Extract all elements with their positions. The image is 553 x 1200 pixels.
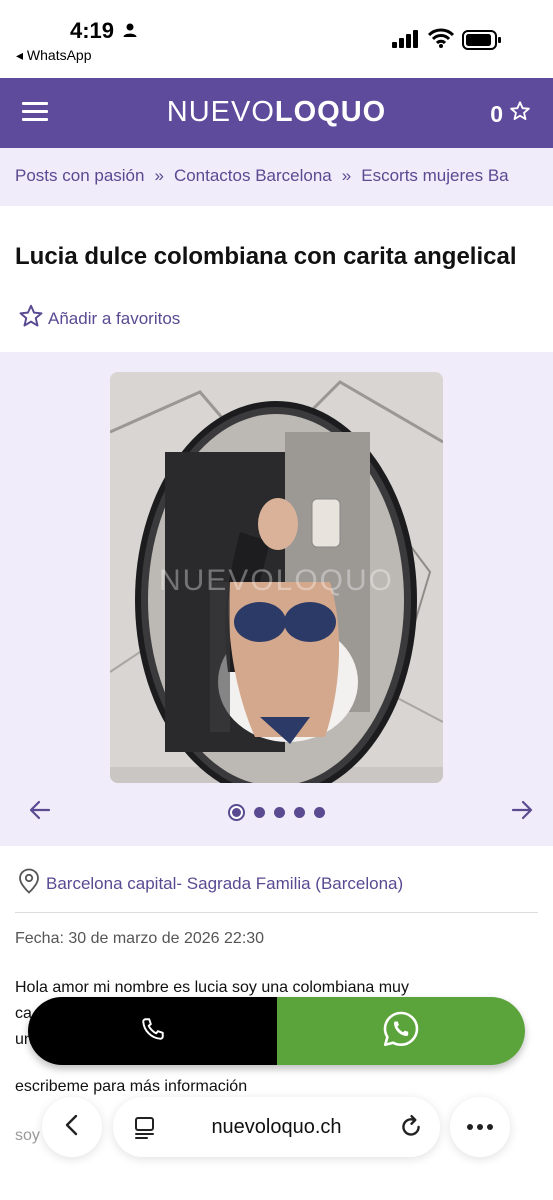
- description-faded: soy: [15, 1127, 40, 1144]
- breadcrumb-separator: »: [154, 166, 164, 185]
- description-more: escribeme para más información: [15, 1078, 248, 1095]
- more-dots-icon: [466, 1118, 494, 1136]
- breadcrumb: Posts con pasión » Contactos Barcelona » Esc…: [0, 148, 553, 206]
- call-button[interactable]: [28, 997, 277, 1065]
- breadcrumb-item-posts[interactable]: Posts con pasión: [15, 166, 144, 185]
- listing-photo[interactable]: NUEVOLOQUO: [110, 372, 443, 783]
- whatsapp-button[interactable]: [277, 997, 525, 1065]
- browser-url-bar[interactable]: nuevoloquo.ch: [113, 1097, 440, 1157]
- gallery-dot-1[interactable]: [228, 804, 245, 821]
- signal-icon: [392, 30, 420, 53]
- location-text: Barcelona capital- Sagrada Familia (Barc…: [46, 873, 404, 893]
- map-pin-icon: [18, 868, 40, 899]
- previous-photo-arrow-icon[interactable]: [28, 798, 52, 827]
- whatsapp-icon: [381, 1009, 421, 1054]
- star-icon: [509, 100, 531, 128]
- location-link[interactable]: Barcelona capital- Sagrada Familia (Barc…: [18, 868, 403, 899]
- browser-back-button[interactable]: [42, 1097, 102, 1157]
- battery-icon: [462, 30, 502, 55]
- browser-more-button[interactable]: [450, 1097, 510, 1157]
- person-icon: [122, 22, 138, 43]
- add-to-favorites-button[interactable]: Añadir a favoritos: [18, 303, 180, 334]
- gallery-dot-3[interactable]: [274, 807, 285, 818]
- back-to-app-link[interactable]: ◂ WhatsApp: [16, 47, 92, 64]
- gallery-dot-4[interactable]: [294, 807, 305, 818]
- star-outline-icon: [18, 303, 44, 334]
- wifi-icon: [427, 28, 455, 53]
- divider: [15, 912, 538, 913]
- logo-part-2: LOQUO: [274, 96, 387, 128]
- photo-watermark: NUEVOLOQUO: [158, 564, 395, 597]
- breadcrumb-separator: »: [341, 166, 352, 185]
- breadcrumb-item-escorts[interactable]: Escorts mujeres Ba: [361, 166, 508, 185]
- browser-url-text: nuevoloquo.ch: [211, 1116, 342, 1138]
- gallery-dot-2[interactable]: [254, 807, 265, 818]
- listing-title: Lucia dulce colombiana con carita angeli…: [15, 243, 517, 270]
- listing-date: Fecha: 30 de marzo de 2026 22:30: [15, 930, 265, 947]
- gallery-dot-5[interactable]: [314, 807, 325, 818]
- chevron-left-icon: [61, 1113, 83, 1142]
- photo-gallery: NUEVOLOQUO: [0, 352, 553, 846]
- status-bar: 4:19 ◂ WhatsApp: [0, 0, 553, 78]
- reload-icon[interactable]: [398, 1114, 424, 1145]
- favorites-counter-button[interactable]: 0: [490, 100, 531, 128]
- phone-icon: [140, 1016, 166, 1047]
- favorites-count: 0: [490, 100, 503, 127]
- logo-part-1: NUEVO: [166, 96, 275, 128]
- contact-bar: [28, 997, 525, 1065]
- status-time: 4:19: [70, 18, 115, 43]
- add-to-favorites-label: Añadir a favoritos: [48, 308, 181, 328]
- site-header: NUEVOLOQUO 0: [0, 78, 553, 148]
- next-photo-arrow-icon[interactable]: [510, 798, 534, 827]
- site-logo[interactable]: NUEVOLOQUO: [0, 96, 553, 129]
- gallery-pagination: [228, 804, 325, 821]
- breadcrumb-item-contactos[interactable]: Contactos Barcelona: [174, 166, 332, 185]
